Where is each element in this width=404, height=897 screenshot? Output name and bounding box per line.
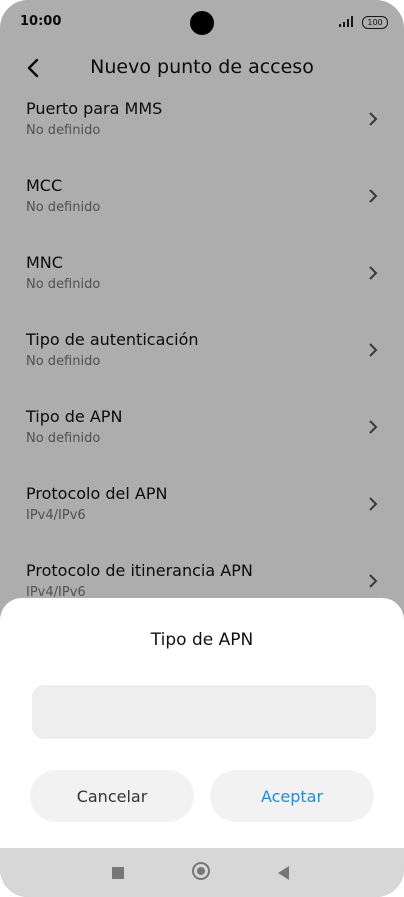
back-triangle-icon[interactable]	[278, 866, 289, 880]
home-icon[interactable]	[192, 862, 210, 880]
accept-button-label: Aceptar	[260, 786, 324, 806]
apn-type-dialog: Tipo de APN Cancelar Aceptar	[0, 598, 404, 848]
recents-icon[interactable]	[112, 867, 124, 879]
cancel-button[interactable]: Cancelar	[30, 770, 194, 822]
phone-screen: 10:00 100 Nuevo punto de acceso Puerto p…	[0, 0, 404, 897]
accept-button[interactable]: Aceptar	[210, 770, 374, 822]
apn-type-input[interactable]	[32, 685, 376, 739]
cancel-button-label: Cancelar	[76, 786, 148, 806]
dialog-title: Tipo de APN	[150, 630, 254, 650]
system-nav-bar	[0, 848, 404, 897]
